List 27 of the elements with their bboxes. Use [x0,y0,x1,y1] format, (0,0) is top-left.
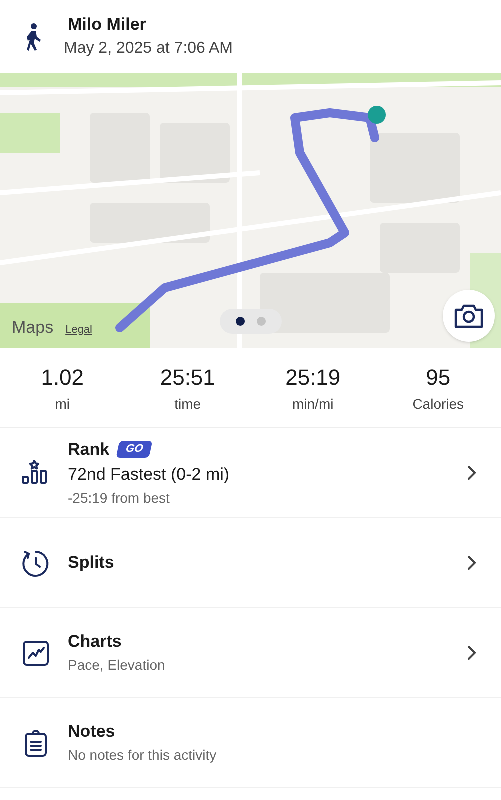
legal-link[interactable]: Legal [66,322,92,338]
row-title: Notes [68,721,116,744]
detail-row[interactable]: Charts Pace, Elevation [0,608,501,698]
row-subtitle: -25:19 from best [68,488,171,508]
rank-headline: 72nd Fastest (0-2 mi) [68,464,231,486]
row-subtitle: No notes for this activity [68,746,218,765]
detail-row[interactable]: Rank GO 72nd Fastest (0-2 mi) -25:19 from best [0,428,501,518]
walking-person-icon [24,22,44,50]
stat-label: Calories [412,394,464,414]
stat-label: time [174,394,202,414]
row-title: Rank [68,438,110,460]
stat-value: 95 [426,364,451,392]
stat-label: mi [55,394,70,414]
row-title: Splits [68,552,114,574]
detail-row[interactable]: Splits [0,518,501,608]
stat-value: 25:51 [160,364,216,392]
detail-row[interactable]: Notes No notes for this activity [0,698,501,788]
stat-value: 25:19 [286,364,341,392]
row-subtitle: Pace, Elevation [68,656,166,675]
maps-attribution: Maps [12,316,54,338]
go-badge: GO [116,441,152,458]
camera-icon [454,303,484,329]
athlete-name: Milo Miler [68,14,148,36]
stat-label: min/mi [292,394,334,414]
row-title: Charts [68,631,122,654]
activity-date: May 2, 2025 at 7:06 AM [64,39,233,60]
stat-value: 1.02 [41,364,84,392]
